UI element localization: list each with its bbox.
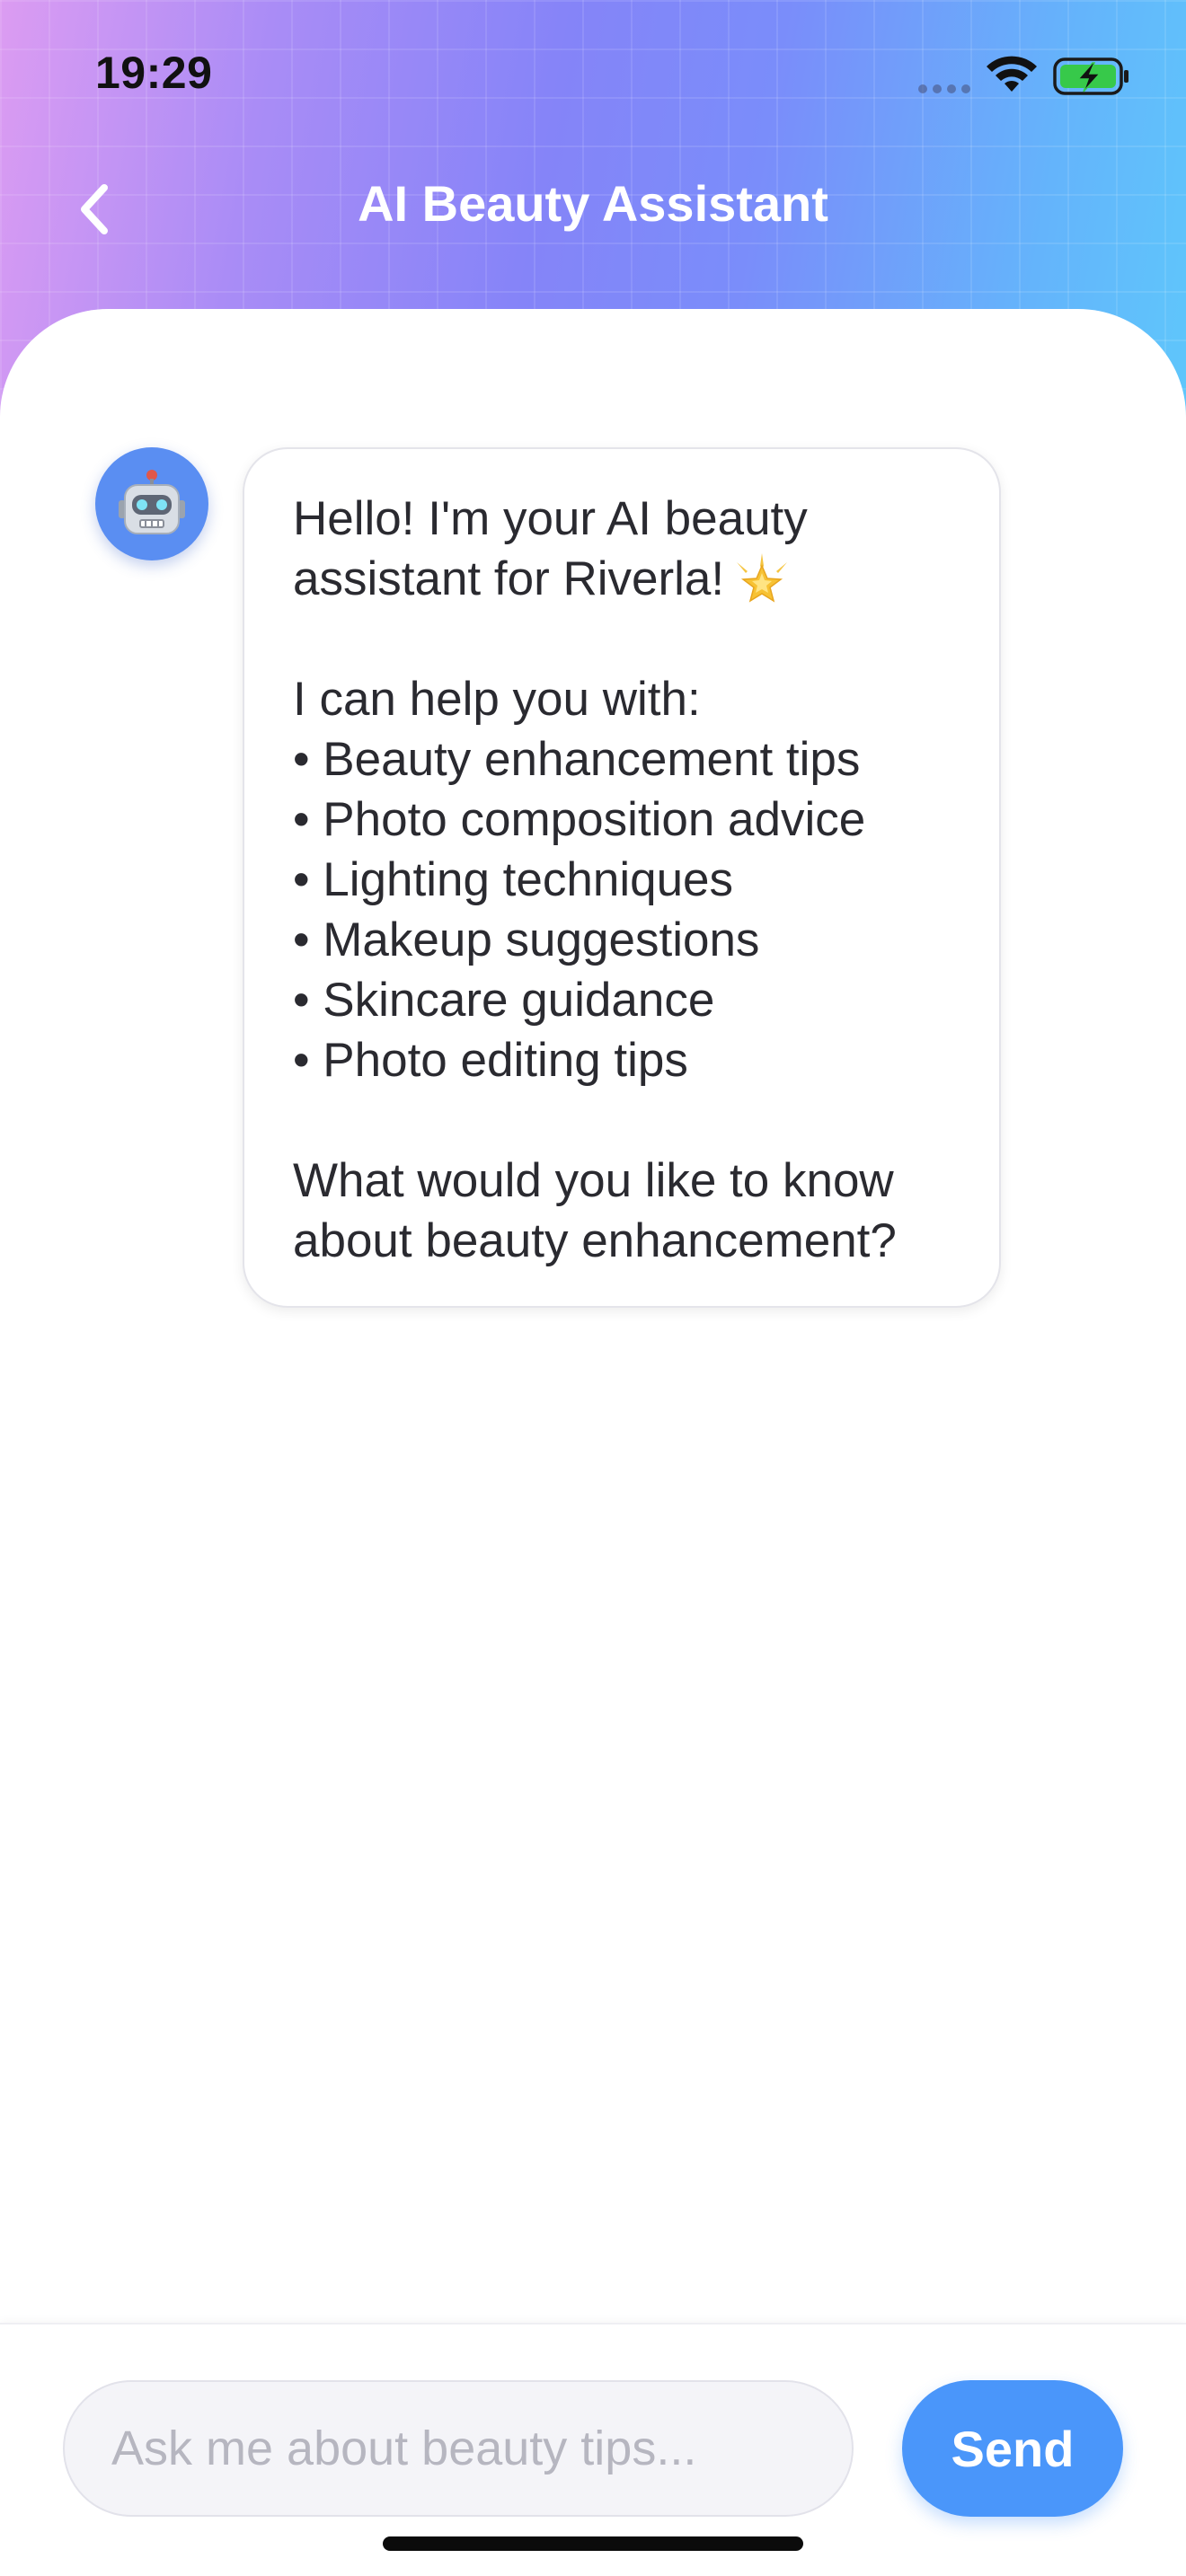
message-input[interactable] — [63, 2380, 854, 2517]
assistant-message-bubble: Hello! I'm your AI beauty assistant for … — [243, 447, 1001, 1308]
page-title: AI Beauty Assistant — [358, 175, 828, 232]
chat-screen: 19:29 AI Beauty Assistant Hello! I'm you… — [0, 0, 1186, 2576]
message-text-intro: Hello! I'm your AI beauty assistant for … — [293, 492, 808, 605]
send-button[interactable]: Send — [902, 2380, 1123, 2517]
cellular-signal-icon — [918, 84, 972, 93]
status-time: 19:29 — [95, 48, 213, 98]
robot-icon — [119, 470, 185, 534]
assistant-avatar — [95, 447, 208, 560]
home-indicator — [383, 2536, 803, 2551]
glowing-star-icon — [737, 553, 788, 603]
assistant-message-text: Hello! I'm your AI beauty assistant for … — [293, 489, 963, 1271]
message-text-body: I can help you with: • Beauty enhancemen… — [293, 673, 897, 1267]
battery-charging-icon — [1053, 57, 1128, 95]
wifi-icon — [987, 56, 1037, 92]
